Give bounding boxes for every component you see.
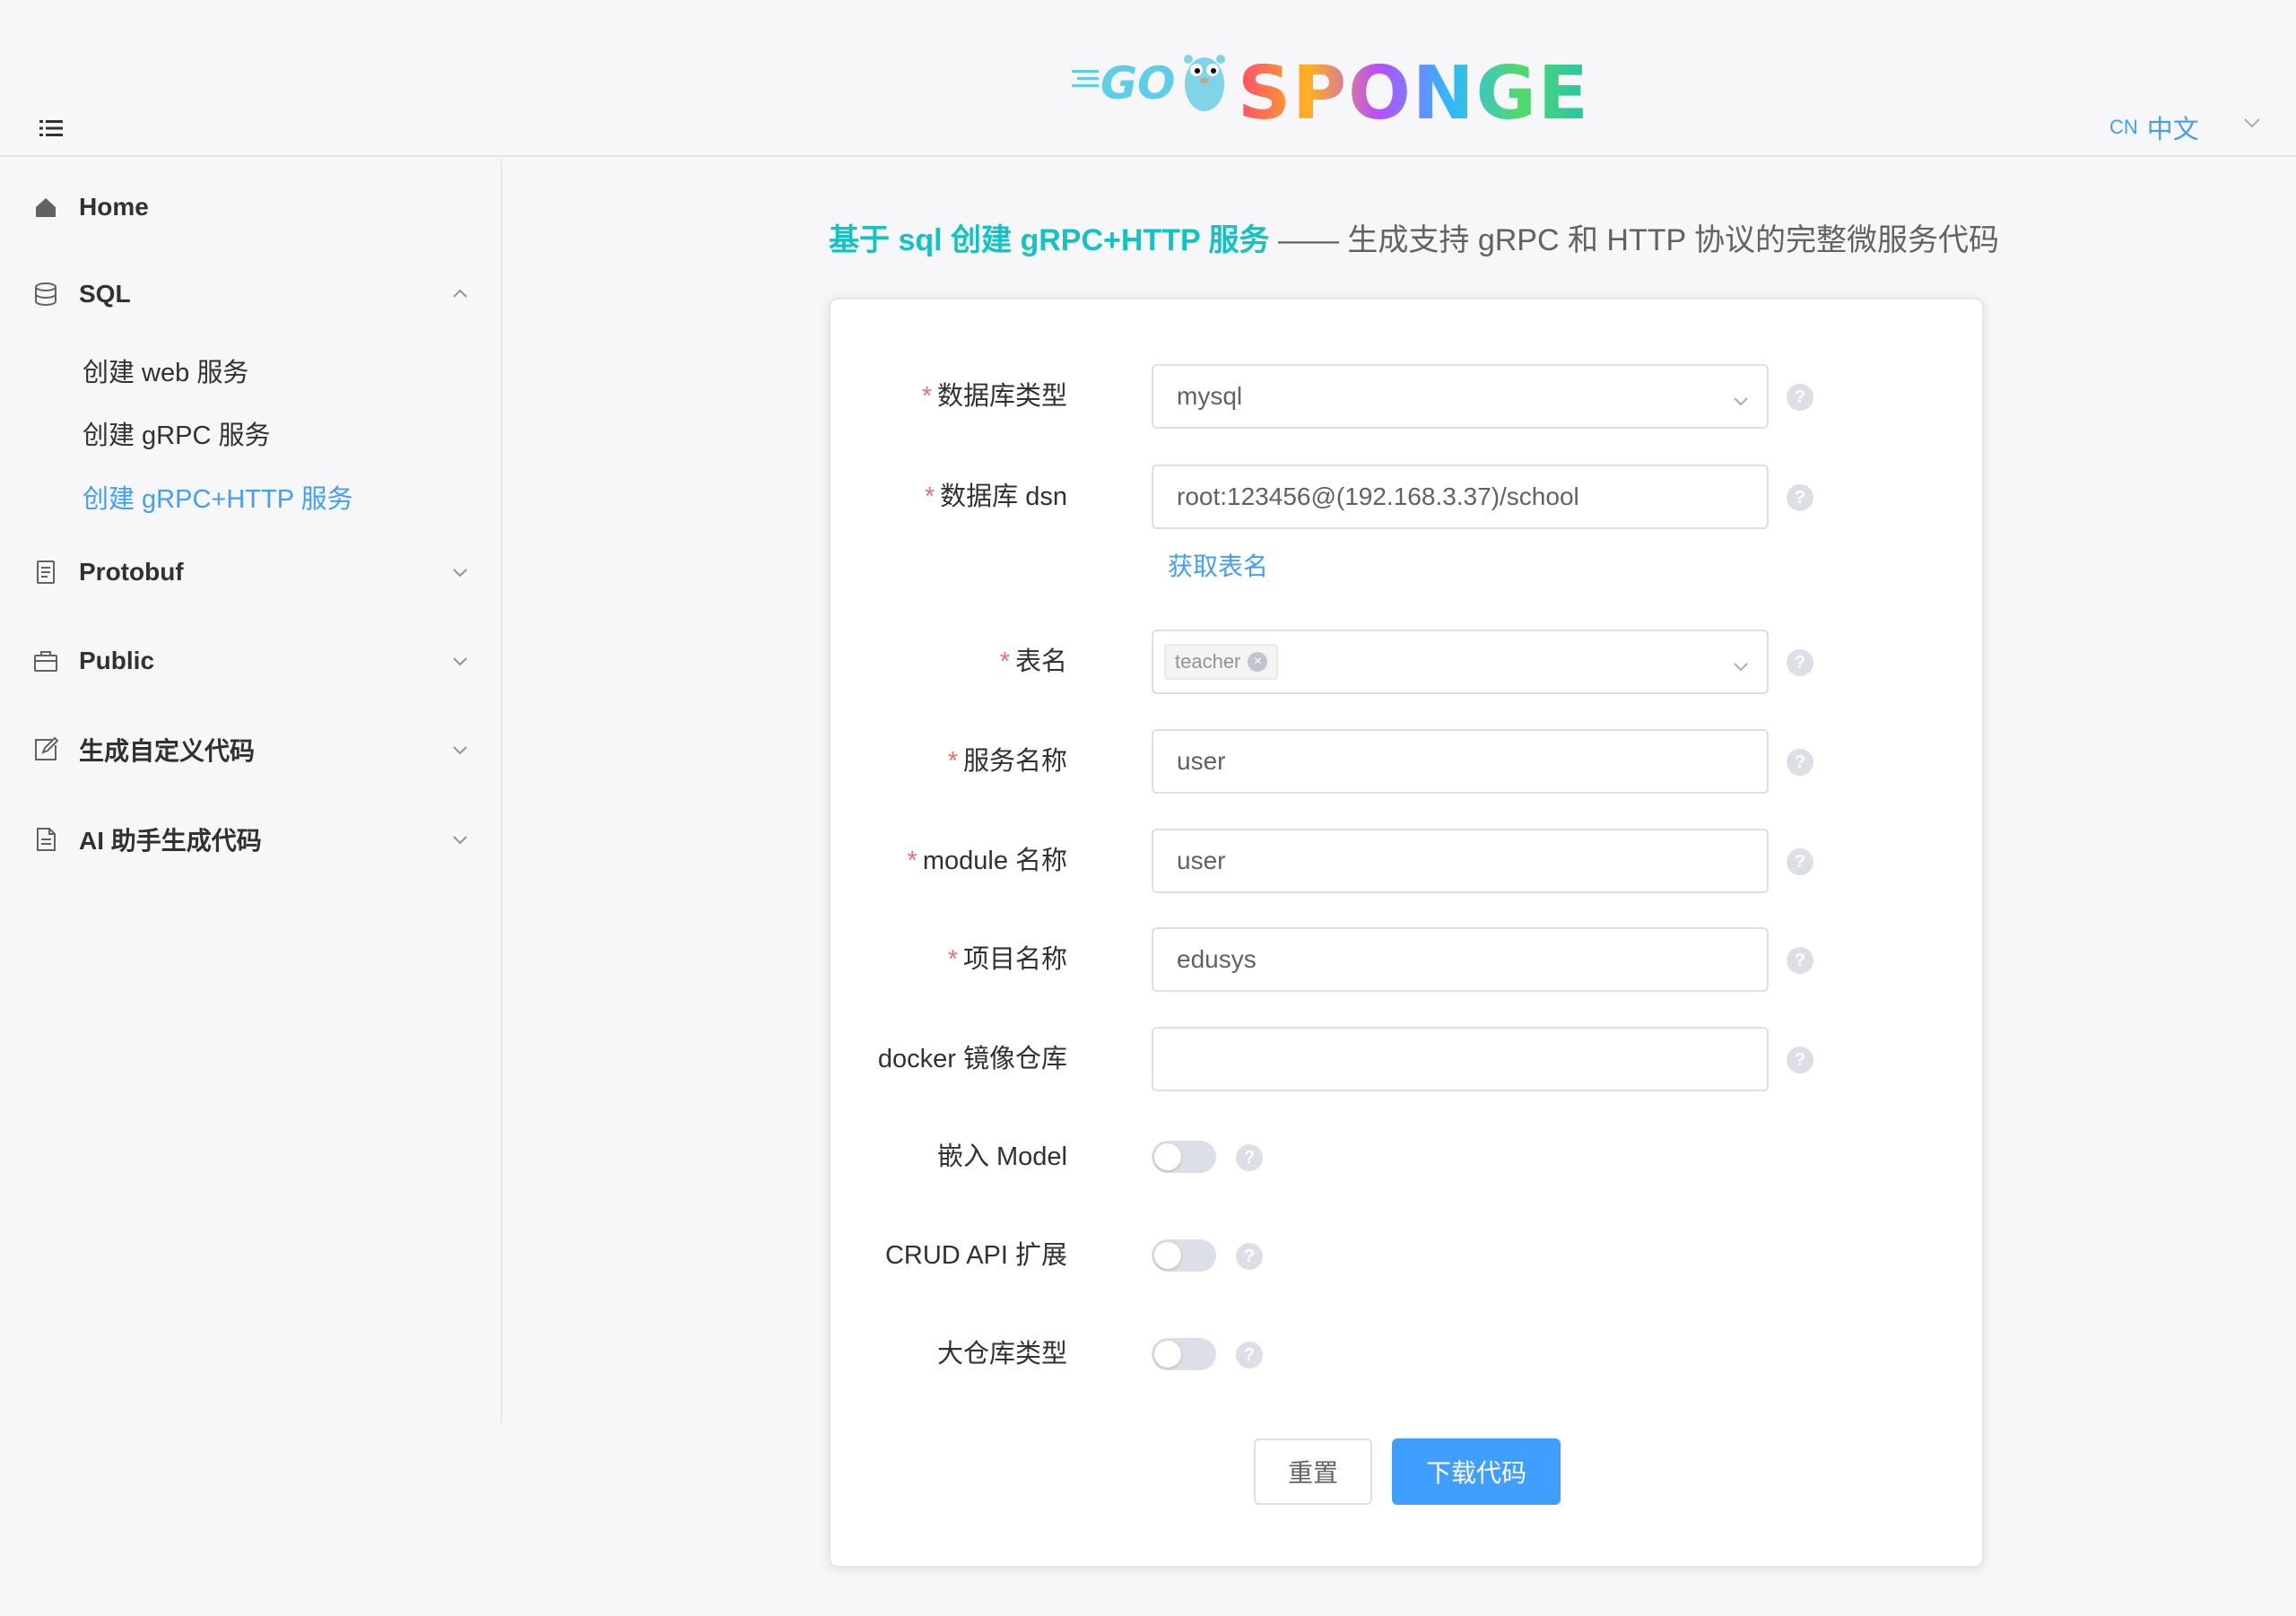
sidebar-item-label: SQL xyxy=(79,280,131,308)
form-row-embed-model: 嵌入 Model ? xyxy=(831,1125,1986,1189)
project-name-value: edusys xyxy=(1177,945,1257,973)
module-name-value: user xyxy=(1177,847,1226,874)
form-row-table-name: * 表名 teacher × ? xyxy=(831,630,1986,694)
chevron-down-icon xyxy=(450,740,470,760)
help-icon[interactable]: ? xyxy=(1787,649,1813,676)
help-icon[interactable]: ? xyxy=(1787,749,1813,776)
help-icon[interactable]: ? xyxy=(1787,384,1813,411)
svg-text:SPONGE: SPONGE xyxy=(1238,51,1590,127)
form-row-project-name: * 项目名称 edusys ? xyxy=(831,927,1986,992)
language-name: 中文 xyxy=(2146,116,2199,144)
database-icon xyxy=(32,281,59,308)
project-name-input[interactable]: edusys xyxy=(1152,927,1769,992)
sidebar: Home SQL 创建 web 服务 创建 gRPC 服务 创建 gRPC+HT… xyxy=(0,159,502,1423)
chevron-down-icon xyxy=(450,562,470,582)
db-type-label: 数据库类型 xyxy=(936,382,1067,411)
top-header: GO SPONGE CN 中文 xyxy=(0,0,2296,157)
form-row-service-name: * 服务名称 user ? xyxy=(831,729,1986,794)
mono-repo-label: 大仓库类型 xyxy=(936,1340,1067,1368)
form-row-mono-repo: 大仓库类型 ? xyxy=(831,1322,1986,1386)
chevron-down-icon xyxy=(450,651,470,671)
edit-icon xyxy=(32,736,59,763)
help-icon[interactable]: ? xyxy=(1236,1243,1263,1270)
sidebar-item-label: Home xyxy=(79,193,149,221)
home-icon xyxy=(32,194,59,221)
file-text-icon xyxy=(32,826,59,853)
help-icon[interactable]: ? xyxy=(1236,1144,1263,1171)
crud-api-label: CRUD API 扩展 xyxy=(884,1241,1067,1270)
module-name-input[interactable]: user xyxy=(1152,829,1769,893)
service-name-label: 服务名称 xyxy=(962,747,1067,776)
sidebar-item-protobuf[interactable]: Protobuf xyxy=(0,541,502,604)
page-title-highlight: 基于 sql 创建 gRPC+HTTP 服务 xyxy=(829,223,1270,257)
sidebar-item-label: Public xyxy=(79,647,155,674)
help-icon[interactable]: ? xyxy=(1787,848,1813,875)
mono-repo-switch[interactable] xyxy=(1152,1338,1216,1370)
sidebar-subitem-create-grpc[interactable]: 创建 gRPC 服务 xyxy=(0,406,502,460)
form-row-module-name: * module 名称 user ? xyxy=(831,829,1986,893)
gopher-mascot xyxy=(1184,55,1225,111)
service-name-input[interactable]: user xyxy=(1152,729,1769,794)
sidebar-subitem-create-grpc-http[interactable]: 创建 gRPC+HTTP 服务 xyxy=(0,470,502,524)
help-icon[interactable]: ? xyxy=(1787,947,1813,974)
sidebar-item-label: Protobuf xyxy=(79,558,184,586)
reset-button[interactable]: 重置 xyxy=(1254,1438,1372,1505)
embed-model-label: 嵌入 Model xyxy=(936,1142,1067,1171)
form-row-docker-repo: docker 镜像仓库 ? xyxy=(831,1027,1986,1091)
briefcase-icon xyxy=(32,647,59,674)
docker-repo-label: docker 镜像仓库 xyxy=(877,1045,1067,1073)
sidebar-item-ai-assistant[interactable]: AI 助手生成代码 xyxy=(0,808,502,871)
service-name-value: user xyxy=(1177,747,1226,775)
form-card: * 数据库类型 mysql ? * 数据库 dsn root:123456@(192… xyxy=(829,298,1984,1568)
sidebar-item-label: 生成自定义代码 xyxy=(79,737,256,765)
form-row-db-dsn: * 数据库 dsn root:123456@(192.168.3.37)/scho… xyxy=(831,465,1986,529)
menu-collapse-icon[interactable] xyxy=(39,118,63,138)
svg-text:GO: GO xyxy=(1100,57,1176,109)
chevron-down-icon[interactable] xyxy=(2242,113,2262,133)
page-title-subtitle: —— 生成支持 gRPC 和 HTTP 协议的完整微服务代码 xyxy=(1277,223,2000,257)
language-switcher[interactable]: CN 中文 xyxy=(2109,109,2199,145)
help-icon[interactable]: ? xyxy=(1236,1342,1263,1368)
sidebar-item-label: AI 助手生成代码 xyxy=(79,827,262,855)
crud-api-switch[interactable] xyxy=(1152,1239,1216,1272)
go-sponge-logo: GO SPONGE xyxy=(1072,38,1623,136)
docker-repo-input[interactable] xyxy=(1152,1027,1769,1091)
chevron-down-icon xyxy=(450,830,470,849)
db-dsn-input[interactable]: root:123456@(192.168.3.37)/school xyxy=(1152,465,1769,529)
chevron-down-icon xyxy=(1731,388,1751,408)
sidebar-item-home[interactable]: Home xyxy=(0,176,502,239)
sidebar-item-sql[interactable]: SQL xyxy=(0,263,502,326)
db-dsn-label: 数据库 dsn xyxy=(940,482,1067,511)
form-row-db-type: * 数据库类型 mysql ? xyxy=(831,364,1986,429)
fetch-table-names-link[interactable]: 获取表名 xyxy=(1168,547,1268,583)
table-tag: teacher × xyxy=(1164,644,1279,680)
close-icon[interactable]: × xyxy=(1248,652,1268,672)
embed-model-switch[interactable] xyxy=(1152,1141,1216,1173)
module-name-label: module 名称 xyxy=(922,847,1067,875)
db-type-value: mysql xyxy=(1177,382,1243,410)
chevron-up-icon xyxy=(450,284,470,304)
help-icon[interactable]: ? xyxy=(1787,484,1813,511)
document-icon xyxy=(32,559,59,586)
table-name-select[interactable]: teacher × xyxy=(1152,630,1769,694)
download-code-button[interactable]: 下载代码 xyxy=(1392,1438,1561,1505)
table-tag-label: teacher xyxy=(1175,650,1241,673)
chevron-down-icon xyxy=(1731,654,1751,673)
sidebar-subitem-create-web[interactable]: 创建 web 服务 xyxy=(0,343,502,397)
project-name-label: 项目名称 xyxy=(962,945,1067,974)
sidebar-item-public[interactable]: Public xyxy=(0,630,502,692)
db-type-select[interactable]: mysql xyxy=(1152,364,1769,429)
help-icon[interactable]: ? xyxy=(1787,1047,1813,1073)
page-title: 基于 sql 创建 gRPC+HTTP 服务 —— 生成支持 gRPC 和 HT… xyxy=(829,215,1999,260)
form-row-crud-api: CRUD API 扩展 ? xyxy=(831,1223,1986,1288)
db-dsn-value: root:123456@(192.168.3.37)/school xyxy=(1177,482,1579,510)
table-name-label: 表名 xyxy=(1014,647,1067,676)
sidebar-item-custom-code[interactable]: 生成自定义代码 xyxy=(0,718,502,781)
language-code: CN xyxy=(2109,116,2138,138)
